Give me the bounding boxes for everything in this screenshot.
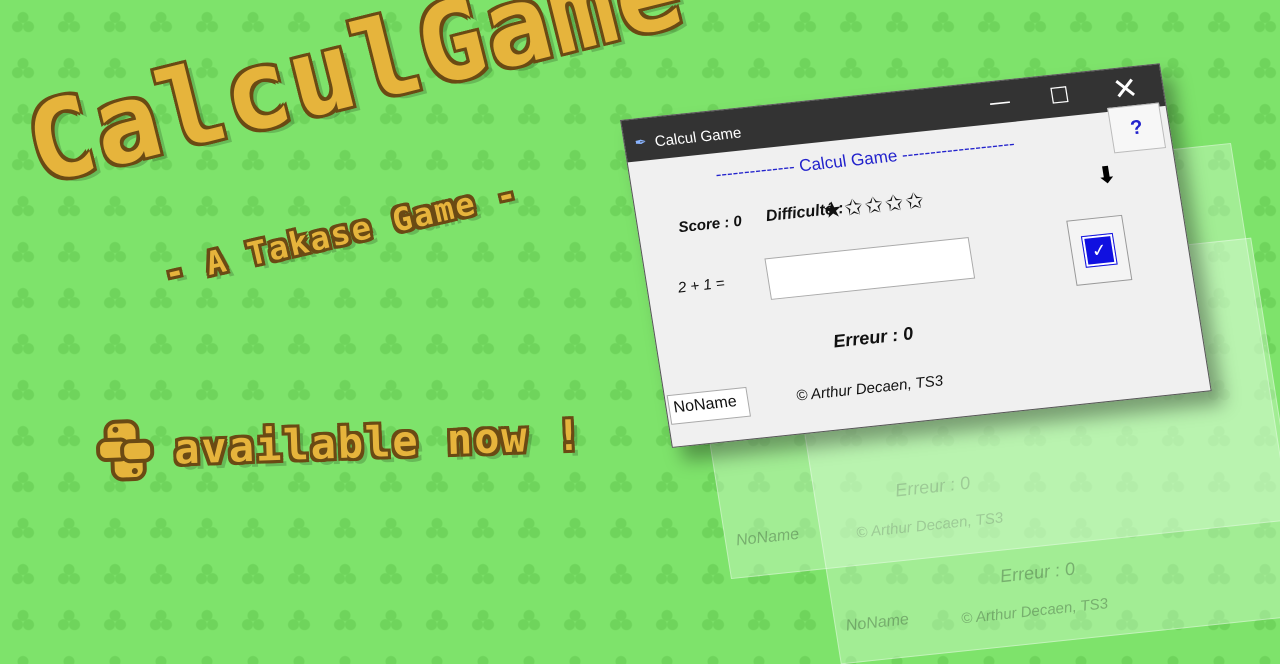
difficulty-stars[interactable]: ★✩✩✩✩ — [821, 187, 928, 224]
ghost-copyright-2: © Arthur Decaen, TS3 — [959, 595, 1110, 628]
check-icon: ✓ — [1080, 232, 1118, 268]
ghost-errors-2: Erreur : 0 — [998, 558, 1077, 587]
game-title: CalculGame — [14, 0, 696, 210]
score-label: Score : 0 — [677, 212, 744, 237]
window-title: Calcul Game — [653, 124, 743, 151]
help-button[interactable]: ? — [1107, 102, 1167, 154]
availability-banner: available now ! — [89, 399, 584, 486]
ghost-name-1: NoName — [734, 525, 801, 550]
ghost-name-2: NoName — [844, 611, 911, 635]
copyright-label: © Arthur Decaen, TS3 — [795, 372, 945, 405]
answer-input[interactable] — [764, 236, 976, 300]
python-logo-icon — [89, 414, 161, 486]
window-content: -------------- Calcul Game -------------… — [628, 102, 1211, 447]
errors-label: Erreur : 0 — [831, 323, 915, 352]
validate-button[interactable]: ✓ — [1066, 214, 1133, 286]
available-now-text: available now ! — [173, 409, 585, 474]
feather-icon: ✒ — [633, 134, 648, 152]
calcul-game-window: ✒ Calcul Game — ☐ ✕ -------------- Calcu… — [620, 63, 1212, 448]
maximize-button[interactable]: ☐ — [1033, 73, 1085, 119]
game-subtitle: - A Takase Game - — [160, 174, 522, 293]
minimize-button[interactable]: — — [974, 79, 1026, 125]
down-arrow-icon[interactable]: ⬇ — [1095, 162, 1117, 190]
question-label: 2 + 1 = — [676, 274, 726, 297]
player-name-field[interactable]: NoName — [666, 386, 751, 425]
